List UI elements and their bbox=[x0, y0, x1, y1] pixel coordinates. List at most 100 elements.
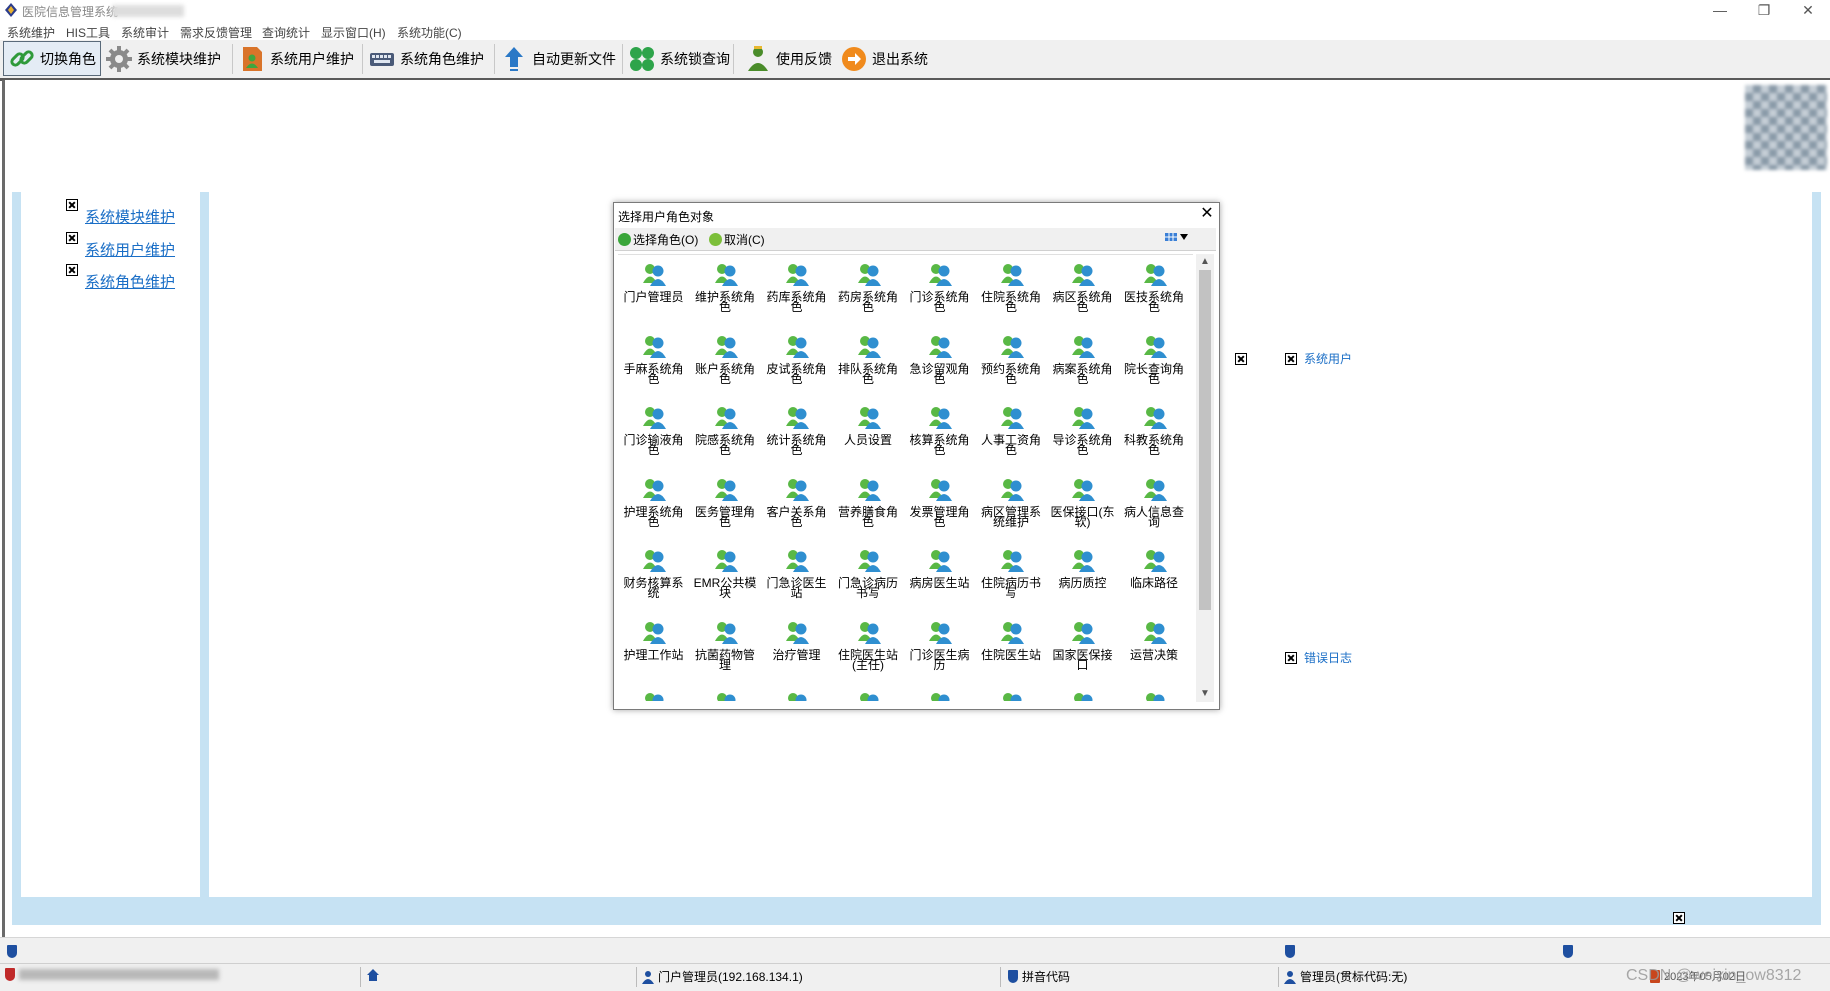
role-item[interactable]: 统计系统角色 bbox=[761, 402, 832, 473]
exit-button[interactable]: 退出系统 bbox=[836, 42, 932, 75]
role-item-partial[interactable] bbox=[976, 688, 1047, 701]
role-item-label: 营养膳食角色 bbox=[837, 504, 898, 529]
role-item[interactable]: 维护系统角色 bbox=[690, 259, 761, 330]
role-item[interactable]: 财务核算系统 bbox=[618, 545, 689, 616]
role-item[interactable]: 住院系统角色 bbox=[976, 259, 1047, 330]
menu-system-audit[interactable]: 系统审计 bbox=[121, 24, 169, 41]
role-item[interactable]: 皮试系统角色 bbox=[761, 331, 832, 402]
role-item-partial[interactable] bbox=[1119, 688, 1190, 701]
role-item[interactable]: 门急诊病历书写 bbox=[833, 545, 904, 616]
select-role-button[interactable]: 选择角色(O) bbox=[618, 231, 698, 248]
lock-query-button[interactable]: 系统锁查询 bbox=[624, 42, 734, 75]
menu-his-tools[interactable]: HIS工具 bbox=[66, 24, 110, 41]
switch-role-button[interactable]: 切换角色 bbox=[3, 41, 101, 76]
minimize-button[interactable]: — bbox=[1698, 0, 1742, 22]
role-item[interactable]: 账户系统角色 bbox=[690, 331, 761, 402]
link-error-log[interactable]: 错误日志 bbox=[1304, 652, 1352, 664]
status-input-method[interactable]: 拼音代码 bbox=[1008, 968, 1070, 985]
role-item-label: 住院医生站 bbox=[980, 647, 1041, 662]
role-item[interactable]: 护理工作站 bbox=[618, 617, 689, 688]
role-item[interactable]: 科教系统角色 bbox=[1119, 402, 1190, 473]
role-item[interactable]: 护理系统角色 bbox=[618, 474, 689, 545]
role-item[interactable]: 急诊留观角色 bbox=[904, 331, 975, 402]
role-item[interactable]: 治疗管理 bbox=[761, 617, 832, 688]
role-group-icon bbox=[785, 476, 811, 502]
role-item[interactable]: 人员设置 bbox=[833, 402, 904, 473]
role-item[interactable]: 病历质控 bbox=[1047, 545, 1118, 616]
splitter[interactable] bbox=[200, 192, 209, 897]
feedback-button[interactable]: 使用反馈 bbox=[740, 42, 836, 75]
role-item-partial[interactable] bbox=[690, 688, 761, 701]
role-item-partial[interactable] bbox=[618, 688, 689, 701]
menu-system-maint[interactable]: 系统维护 bbox=[7, 24, 55, 41]
role-item[interactable]: 病案系统角色 bbox=[1047, 331, 1118, 402]
menu-query-stats[interactable]: 查询统计 bbox=[262, 24, 310, 41]
link-user-maint[interactable]: 系统用户维护 bbox=[85, 239, 175, 260]
role-item[interactable]: 病区系统角色 bbox=[1047, 259, 1118, 330]
role-item[interactable]: 医保接口(东软) bbox=[1047, 474, 1118, 545]
role-item[interactable]: 临床路径 bbox=[1119, 545, 1190, 616]
role-item[interactable]: 病房医生站 bbox=[904, 545, 975, 616]
dialog-scrollbar[interactable]: ▲ ▼ bbox=[1196, 254, 1214, 702]
restore-button[interactable]: ❐ bbox=[1742, 0, 1786, 22]
role-item[interactable]: 门急诊医生站 bbox=[761, 545, 832, 616]
role-item[interactable]: 院长查询角色 bbox=[1119, 331, 1190, 402]
role-item-partial[interactable] bbox=[761, 688, 832, 701]
error-log-icon[interactable] bbox=[1285, 652, 1297, 664]
view-mode-dropdown[interactable] bbox=[1165, 231, 1189, 243]
role-item[interactable]: 抗菌药物管理 bbox=[690, 617, 761, 688]
role-item[interactable]: 院感系统角色 bbox=[690, 402, 761, 473]
role-item[interactable]: 人事工资角色 bbox=[976, 402, 1047, 473]
role-item[interactable]: 住院病历书写 bbox=[976, 545, 1047, 616]
role-item[interactable]: 住院医生站(主任) bbox=[833, 617, 904, 688]
role-item[interactable]: EMR公共模块 bbox=[690, 545, 761, 616]
role-item[interactable]: 运营决策 bbox=[1119, 617, 1190, 688]
role-item[interactable]: 客户关系角色 bbox=[761, 474, 832, 545]
link-module-maint[interactable]: 系统模块维护 bbox=[85, 206, 175, 227]
status-home[interactable] bbox=[366, 968, 380, 982]
role-item[interactable]: 门户管理员 bbox=[618, 259, 689, 330]
menu-feedback-mgmt[interactable]: 需求反馈管理 bbox=[180, 24, 252, 41]
role-item[interactable]: 医务管理角色 bbox=[690, 474, 761, 545]
system-user-icon[interactable] bbox=[1285, 353, 1297, 365]
role-maint-icon bbox=[66, 264, 78, 276]
role-item[interactable]: 医技系统角色 bbox=[1119, 259, 1190, 330]
bottom-panel-icon[interactable] bbox=[1673, 912, 1685, 924]
scroll-thumb[interactable] bbox=[1199, 270, 1211, 610]
role-item[interactable]: 导诊系统角色 bbox=[1047, 402, 1118, 473]
user-maint-button[interactable]: 系统用户维护 bbox=[234, 42, 358, 75]
auto-update-button[interactable]: 自动更新文件 bbox=[496, 42, 620, 75]
role-item[interactable]: 排队系统角色 bbox=[833, 331, 904, 402]
dialog-close-button[interactable]: ✕ bbox=[1198, 205, 1216, 223]
role-item[interactable]: 药库系统角色 bbox=[761, 259, 832, 330]
close-window-button[interactable]: ✕ bbox=[1786, 0, 1830, 22]
role-item[interactable]: 病区管理系统维护 bbox=[976, 474, 1047, 545]
role-maint-button[interactable]: 系统角色维护 bbox=[364, 42, 488, 75]
role-item-partial[interactable] bbox=[1047, 688, 1118, 701]
role-item[interactable]: 营养膳食角色 bbox=[833, 474, 904, 545]
role-item[interactable]: 门诊医生病历 bbox=[904, 617, 975, 688]
menu-show-window[interactable]: 显示窗口(H) bbox=[321, 24, 386, 41]
cancel-button[interactable]: 取消(C) bbox=[709, 231, 765, 248]
role-item-partial[interactable] bbox=[833, 688, 904, 701]
role-item-label: 病历质控 bbox=[1058, 576, 1107, 590]
scroll-down-arrow-icon[interactable]: ▼ bbox=[1200, 688, 1210, 699]
role-item[interactable]: 手麻系统角色 bbox=[618, 331, 689, 402]
role-grid: 门户管理员 维护系统角色 药库系统角色 药房系统角色 门诊系统角色 住院系统角色 病区系统角… bbox=[618, 254, 1193, 701]
role-item[interactable]: 药房系统角色 bbox=[833, 259, 904, 330]
role-item[interactable]: 发票管理角色 bbox=[904, 474, 975, 545]
scroll-up-arrow-icon[interactable]: ▲ bbox=[1200, 256, 1210, 267]
exit-arrow-icon bbox=[842, 46, 866, 71]
module-maint-button[interactable]: 系统模块维护 bbox=[101, 42, 225, 75]
role-item[interactable]: 门诊系统角色 bbox=[904, 259, 975, 330]
role-item[interactable]: 病人信息查询 bbox=[1119, 474, 1190, 545]
link-role-maint[interactable]: 系统角色维护 bbox=[85, 271, 175, 292]
role-item-partial[interactable] bbox=[904, 688, 975, 701]
link-system-user[interactable]: 系统用户 bbox=[1304, 353, 1352, 365]
role-item[interactable]: 住院医生站 bbox=[976, 617, 1047, 688]
role-item[interactable]: 预约系统角色 bbox=[976, 331, 1047, 402]
role-item[interactable]: 核算系统角色 bbox=[904, 402, 975, 473]
menu-system-function[interactable]: 系统功能(C) bbox=[397, 24, 462, 41]
role-item[interactable]: 国家医保接口 bbox=[1047, 617, 1118, 688]
role-item[interactable]: 门诊输液角色 bbox=[618, 402, 689, 473]
